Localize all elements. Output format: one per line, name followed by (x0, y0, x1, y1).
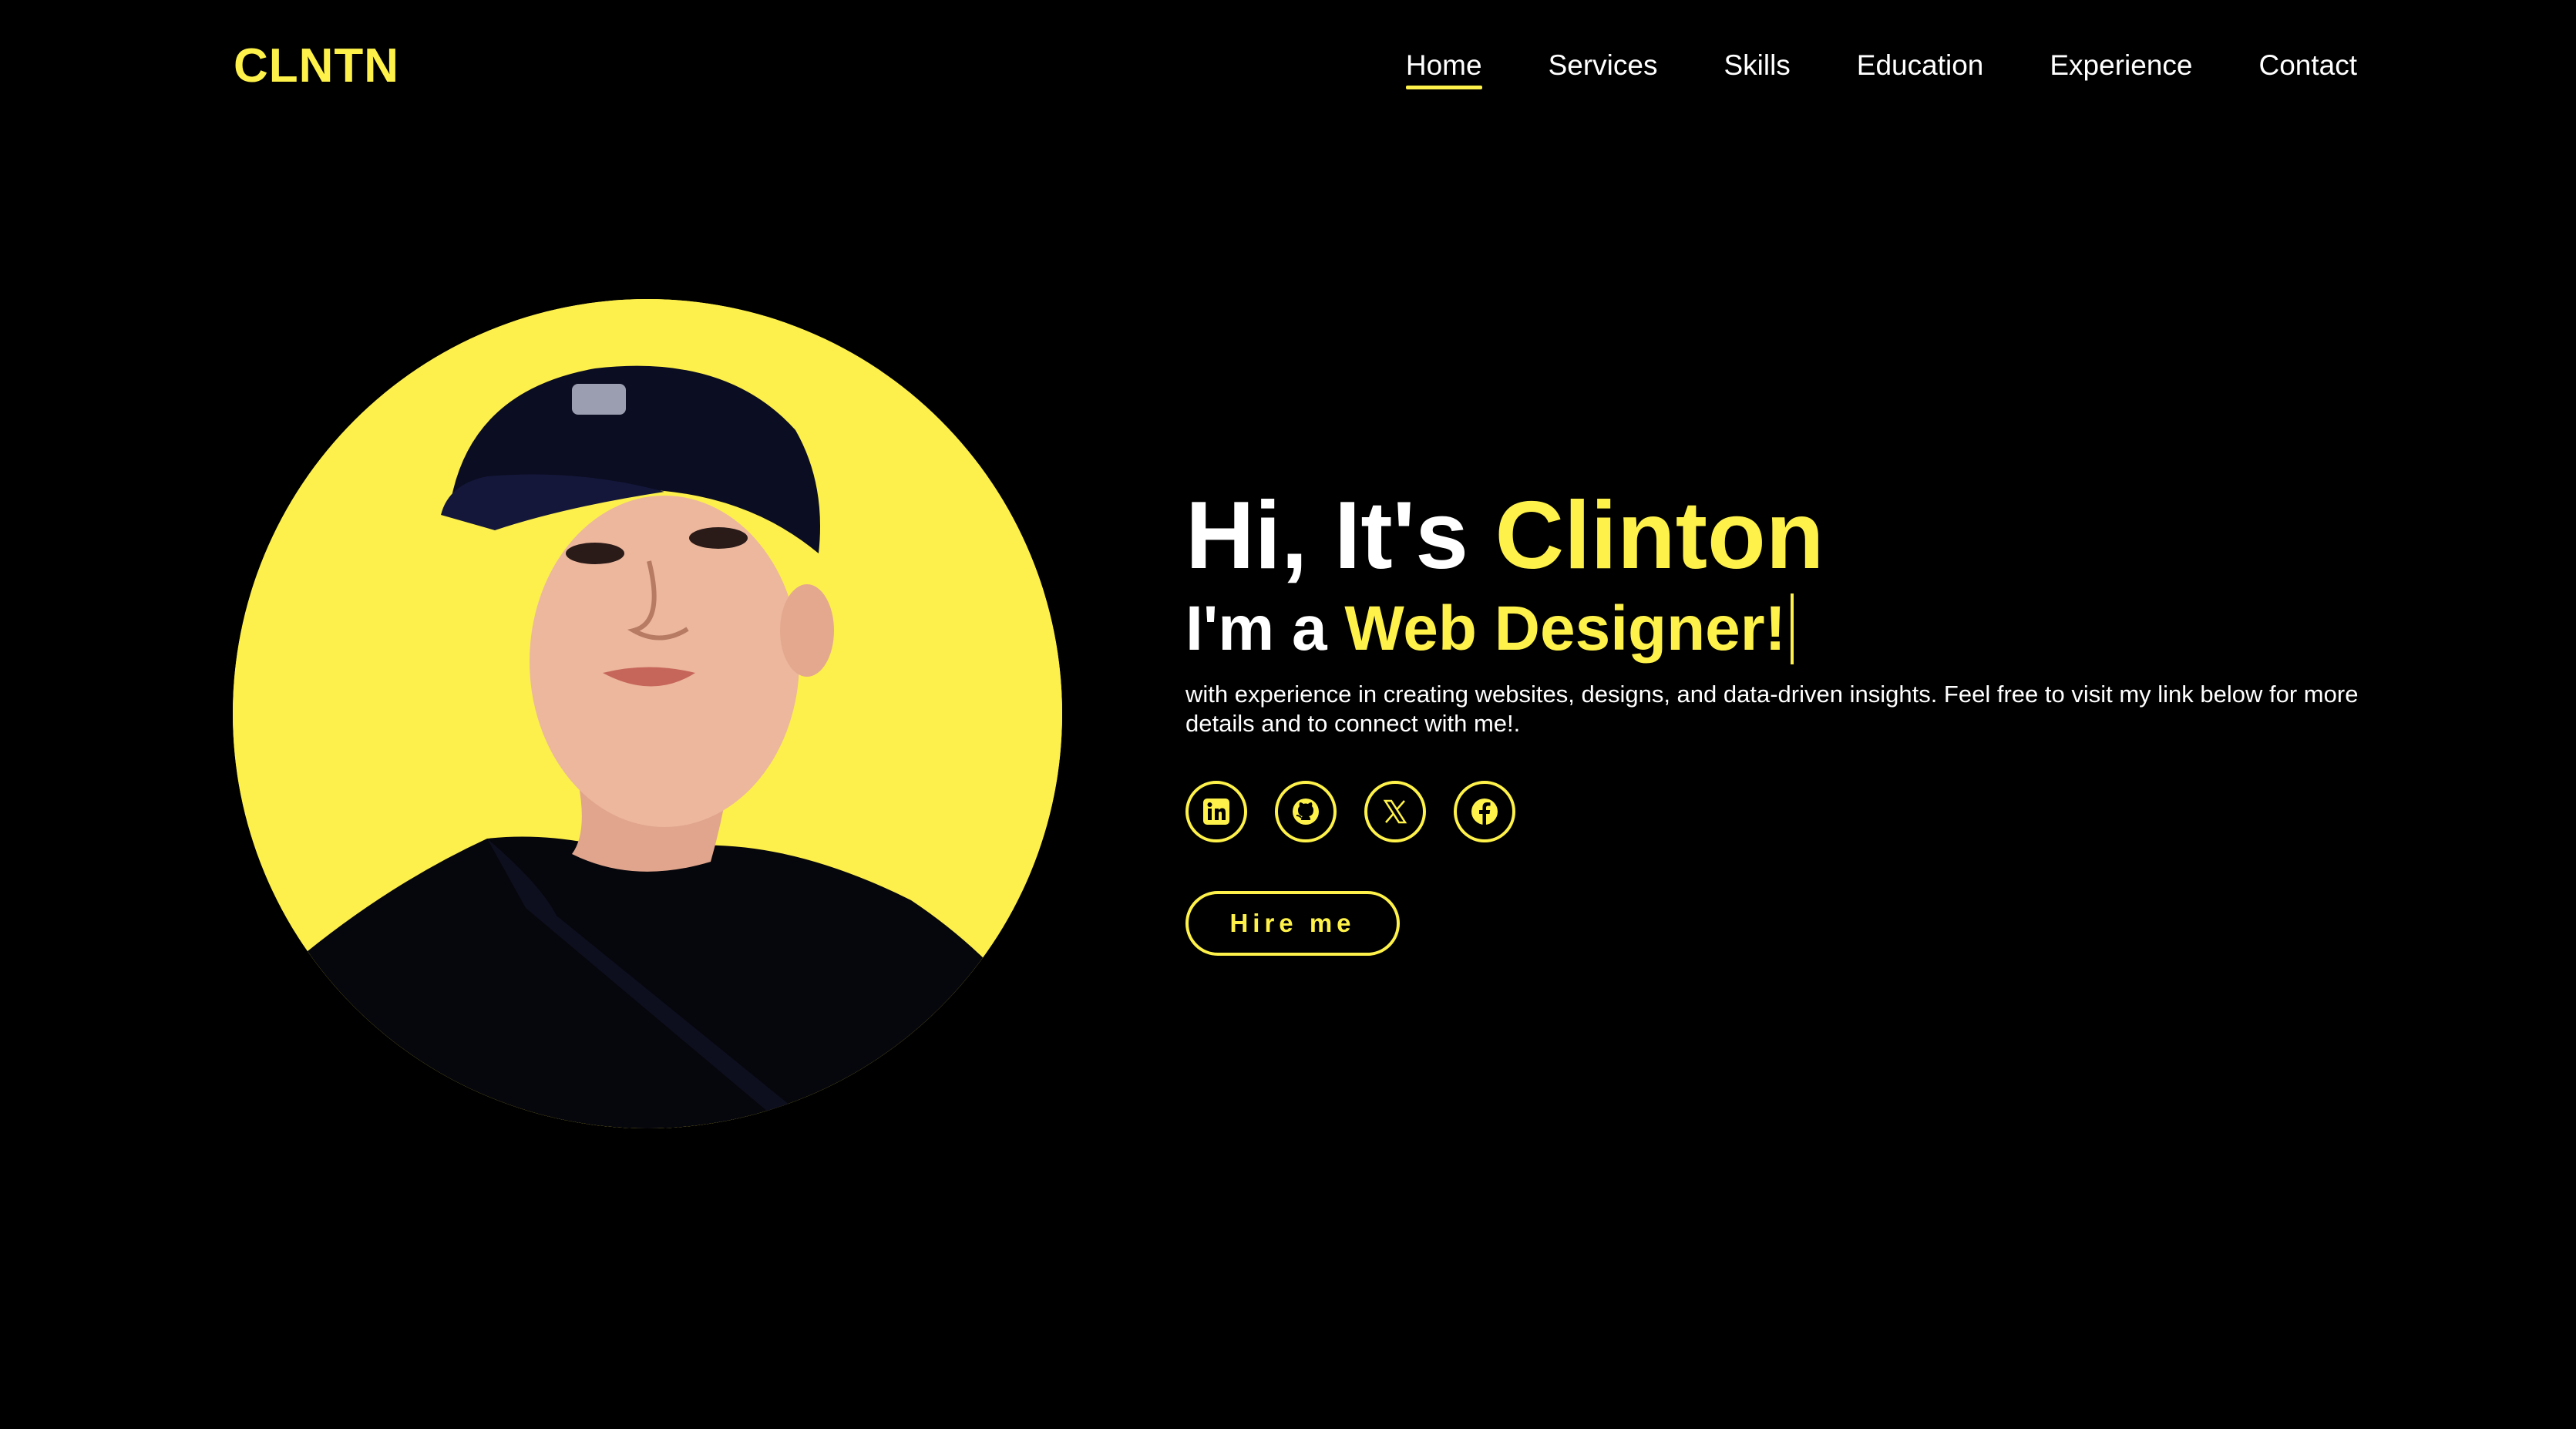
hire-me-button[interactable]: Hire me (1185, 891, 1400, 956)
x-icon (1383, 799, 1407, 824)
nav-item-experience[interactable]: Experience (2050, 48, 2192, 83)
nav-item-home[interactable]: Home (1405, 48, 1482, 89)
github-icon (1293, 799, 1319, 825)
greeting-prefix: Hi, It's (1185, 482, 1495, 589)
role-prefix: I'm a (1185, 593, 1345, 664)
nav-item-education[interactable]: Education (1857, 48, 1984, 83)
facebook-icon (1471, 799, 1498, 825)
nav-item-services[interactable]: Services (1549, 48, 1658, 83)
social-links (1185, 781, 2373, 842)
nav-item-skills[interactable]: Skills (1723, 48, 1790, 83)
profile-photo (233, 299, 1062, 1128)
main-nav: Home Services Skills Education Experienc… (1405, 48, 2357, 89)
hero-greeting: Hi, It's Clinton (1185, 478, 2373, 593)
greeting-name: Clinton (1495, 482, 1824, 589)
nav-item-contact[interactable]: Contact (2258, 48, 2357, 83)
profile-photo-illustration (233, 299, 1062, 1128)
page: CLNTN Home Services Skills Education Exp… (0, 0, 2576, 1429)
hero-description: with experience in creating websites, de… (1185, 681, 2359, 737)
hero-role: I'm a Web Designer! (1185, 590, 2373, 667)
linkedin-link[interactable] (1185, 781, 1247, 842)
hero-intro: Hi, It's Clinton I'm a Web Designer! wit… (1185, 478, 2373, 956)
header: CLNTN Home Services Skills Education Exp… (0, 0, 2576, 131)
logo[interactable]: CLNTN (234, 39, 399, 94)
role-title: Web Designer! (1344, 593, 1786, 664)
linkedin-icon (1203, 799, 1229, 825)
x-link[interactable] (1364, 781, 1426, 842)
typing-cursor (1790, 593, 1794, 664)
facebook-link[interactable] (1454, 781, 1515, 842)
github-link[interactable] (1275, 781, 1337, 842)
